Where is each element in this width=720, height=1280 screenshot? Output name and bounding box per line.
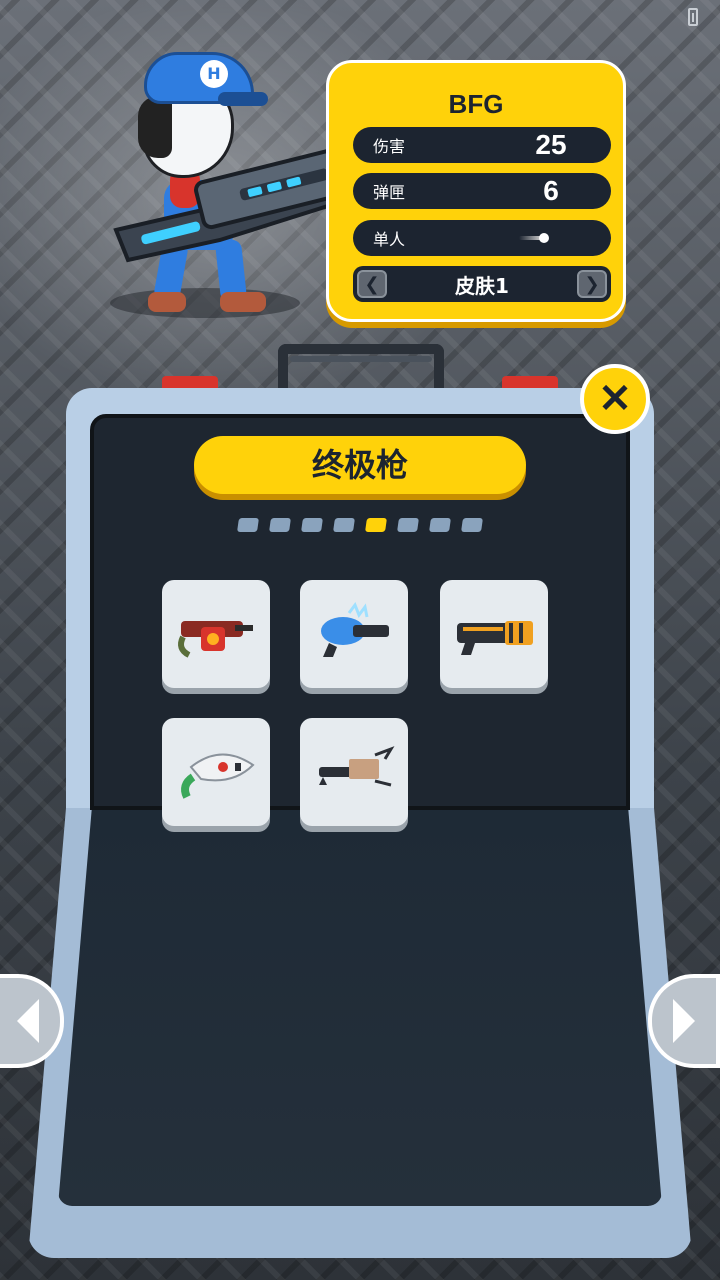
stat-label: 弹匣 [373,183,406,202]
close-button[interactable]: ✕ [580,364,650,434]
stat-value: 25 [535,129,567,160]
weapon-tile[interactable] [300,580,408,688]
single-shot-icon [519,233,549,243]
character-shadow [110,288,300,318]
page-dot[interactable] [301,518,323,532]
battery-icon [688,8,698,26]
page-dot[interactable] [237,518,259,532]
page-dot[interactable] [269,518,291,532]
chevron-right-icon[interactable]: ❯ [576,270,607,298]
page-indicator [0,518,720,532]
chevron-left-icon[interactable]: ❮ [357,270,387,298]
bfg-gun-icon [113,147,360,263]
weapon-name: BFG [448,89,504,119]
stat-row-magazine: 弹匣 6 [353,173,611,209]
harpoon-launcher-icon [319,746,395,787]
stat-row-damage: 伤害 25 [353,127,611,163]
alien-raygun-icon [181,753,255,799]
flame-gun-icon [178,621,253,658]
skin-label: 皮肤1 [455,273,509,298]
weapon-tile[interactable] [162,718,270,826]
page-dot[interactable] [333,518,355,532]
stat-row-fire-mode: 单人 [353,220,611,256]
page-dot[interactable] [461,518,483,532]
stat-label: 伤害 [373,137,406,156]
page-dot[interactable] [429,518,451,532]
ice-blaster-icon [321,601,389,657]
category-title: 终极枪 [194,436,526,494]
gatling-blaster-icon [457,621,533,655]
weapon-stats-card: BFG 伤害 25 弹匣 6 单人 ❮ 皮肤1 ❯ [326,60,626,322]
close-icon: ✕ [598,377,632,421]
skin-selector: ❮ 皮肤1 ❯ [353,266,611,302]
page-dot[interactable] [397,518,419,532]
character-shoe-right [220,292,266,312]
character-preview: H [100,30,360,330]
case-handle [278,344,444,392]
stat-value: 6 [543,175,559,206]
weapon-tile[interactable] [300,718,408,826]
character-shoe-left [148,292,186,312]
page-dot-active[interactable] [365,518,387,532]
stat-label: 单人 [373,230,406,249]
cap-logo-icon: H [200,60,228,88]
character-cap-brim [218,92,268,106]
weapon-tile[interactable] [162,580,270,688]
weapon-tile[interactable] [440,580,548,688]
case-inner-bottom [58,806,662,1206]
arrow-right-icon [673,999,695,1043]
arrow-left-icon [17,999,39,1043]
